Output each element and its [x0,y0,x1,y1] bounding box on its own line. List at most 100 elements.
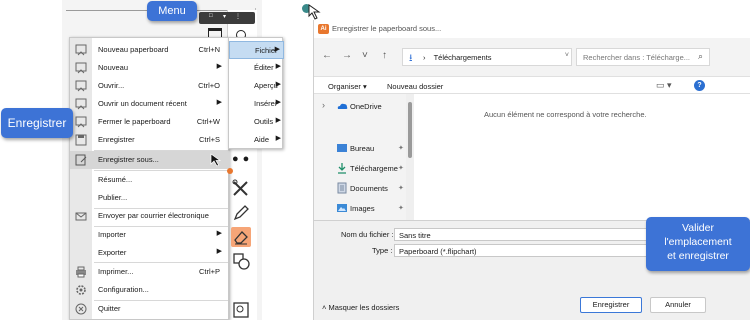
menu-item-label: Ouvrir... [98,81,125,90]
back-arrow-icon[interactable]: ← [322,50,332,61]
app-logo-icon: Ai [318,24,329,34]
pin-icon[interactable]: ✦ [398,144,404,152]
forward-arrow-icon[interactable]: → [342,50,352,61]
pin-icon[interactable]: ✦ [398,184,404,192]
pen-icon[interactable] [231,203,251,223]
callout-menu: Menu [147,1,197,21]
nav-scrollbar[interactable] [406,94,414,220]
dialog-titlebar: Ai Enregistrer le paperboard sous... [314,20,750,38]
menu-item-export[interactable]: Exporter ▶ [70,244,230,262]
menu-item-label: Nouveau [98,63,129,72]
save-icon [75,134,87,146]
file-list: Aucun élément ne correspond à votre rech… [414,94,750,220]
menu-category-file[interactable]: Fichier ▶ [229,41,284,59]
scrollbar-thumb[interactable] [408,102,412,158]
tools-icon[interactable] [231,178,251,198]
menu-item-label: Configuration... [98,285,149,294]
save-dialog: Ai Enregistrer le paperboard sous... ← →… [313,20,750,320]
submenu-arrow-icon: ▶ [275,117,281,124]
menu-item-new[interactable]: Nouveau ▶ [70,59,230,77]
filename-field[interactable]: Sans titre [394,228,654,241]
tab-control-dropdown[interactable]: ▾ [223,13,226,20]
save-as-icon [75,154,87,166]
menu-item-open[interactable]: Ouvrir... Ctrl+O [70,77,230,95]
menu-item-label: Publier... [98,193,128,202]
window-tab-controls[interactable]: □ ▾ ⋮ [199,12,255,24]
file-type-select[interactable]: Paperboard (*.flipchart) [394,244,654,257]
menu-item-summary[interactable]: Résumé... [70,171,230,189]
navigation-pane: › OneDrive Bureau Téléchargeme Documents… [314,94,410,220]
menu-category-help[interactable]: Aide ▶ [229,131,284,149]
search-icon: ⌕ [697,51,703,61]
onedrive-icon [337,103,348,109]
menu-item-configuration[interactable]: Configuration... [70,281,230,299]
mail-icon [75,212,87,221]
mouse-cursor-icon [210,153,222,167]
breadcrumb-separator: › [423,53,426,62]
pin-icon[interactable]: ✦ [398,164,404,172]
menu-category-edit[interactable]: Éditer ▶ [229,59,284,77]
save-button[interactable]: Enregistrer [580,297,642,313]
downloads-icon [338,163,346,174]
search-field[interactable]: Rechercher dans : Télécharge... ⌕ [576,48,710,66]
main-menu-categories: Fichier ▶ Éditer ▶ Aperçu ▶ Insérer ▶ Ou… [228,37,284,149]
eraser-icon [234,231,248,245]
filename-value: Sans titre [399,231,431,240]
recent-locations-icon[interactable]: ˅ [362,50,368,61]
expand-chevron-icon[interactable]: › [322,100,325,110]
filename-label: Nom du fichier : [341,230,394,239]
callout-validate: Valider l'emplacement et enregistrer [646,217,750,271]
empty-message: Aucun élément ne correspond à votre rech… [484,110,647,119]
tab-control-more[interactable]: ⋮ [235,13,241,20]
help-icon[interactable]: ? [694,80,705,91]
submenu-arrow-icon: ▶ [275,63,281,70]
submenu-arrow-icon: ▶ [216,248,222,255]
mouse-cursor-icon [308,4,321,20]
up-arrow-icon[interactable]: ↑ [382,50,387,61]
menu-category-label: Éditer [254,63,274,72]
download-icon: ⭳ [409,53,413,64]
menu-item-quit[interactable]: Quitter [70,300,230,318]
navigation-bar: ← → ˅ ↑ ⭳ › Téléchargements ˅ Rechercher… [314,46,750,68]
file-menu: Nouveau paperboard Ctrl+N Nouveau ▶ Ouvr… [69,37,230,320]
menu-category-label: Outils [254,117,274,126]
new-flipchart-icon [75,62,87,74]
hide-folders-toggle[interactable]: ˄ Masquer les dossiers [322,303,399,312]
menu-category-label: Insérer [254,99,278,108]
menu-item-open-recent[interactable]: Ouvrir un document récent ▶ [70,95,230,113]
address-bar[interactable]: ⭳ › Téléchargements ˅ [402,48,572,66]
menu-item-save-as[interactable]: Enregistrer sous... [70,151,230,169]
menu-category-label: Aide [254,135,270,144]
menu-item-publish[interactable]: Publier... [70,189,230,207]
view-options-icon[interactable]: ▭ ▾ [656,80,672,91]
menu-item-save[interactable]: Enregistrer Ctrl+S [70,131,230,149]
printer-icon [76,266,86,278]
cancel-button[interactable]: Annuler [650,297,706,313]
breadcrumb-folder[interactable]: Téléchargements [434,53,492,62]
pen-size-dots[interactable]: ●● [232,153,253,165]
menu-category-tools[interactable]: Outils ▶ [229,113,284,131]
nav-item-label: Images [350,204,375,213]
menu-item-label: Quitter [98,304,121,313]
menu-item-close-flipchart[interactable]: Fermer le paperboard Ctrl+W [70,113,230,131]
menu-item-new-flipchart[interactable]: Nouveau paperboard Ctrl+N [70,41,230,59]
submenu-arrow-icon: ▶ [216,230,222,237]
eraser-tool-button[interactable] [231,227,251,247]
menu-item-send-email[interactable]: Envoyer par courrier électronique [70,207,230,225]
pin-icon[interactable]: ✦ [398,204,404,212]
menu-category-insert[interactable]: Insérer ▶ [229,95,284,113]
new-folder-button[interactable]: Nouveau dossier [387,82,443,91]
tab-control-box[interactable]: □ [209,13,213,19]
image-tool-icon[interactable] [231,300,251,320]
organize-button[interactable]: Organiser ▾ [328,82,367,91]
menu-category-view[interactable]: Aperçu ▶ [229,77,284,95]
submenu-arrow-icon: ▶ [275,99,281,106]
chevron-down-icon[interactable]: ˅ [565,52,569,59]
close-flipchart-icon [75,116,87,128]
shapes-icon[interactable] [231,251,251,271]
menu-item-print[interactable]: Imprimer... Ctrl+P [70,263,230,281]
menu-item-import[interactable]: Importer ▶ [70,226,230,244]
recent-flipchart-icon [75,98,87,110]
submenu-arrow-icon: ▶ [275,135,281,142]
command-bar: Organiser ▾ Nouveau dossier ▭ ▾ ? [314,76,750,94]
